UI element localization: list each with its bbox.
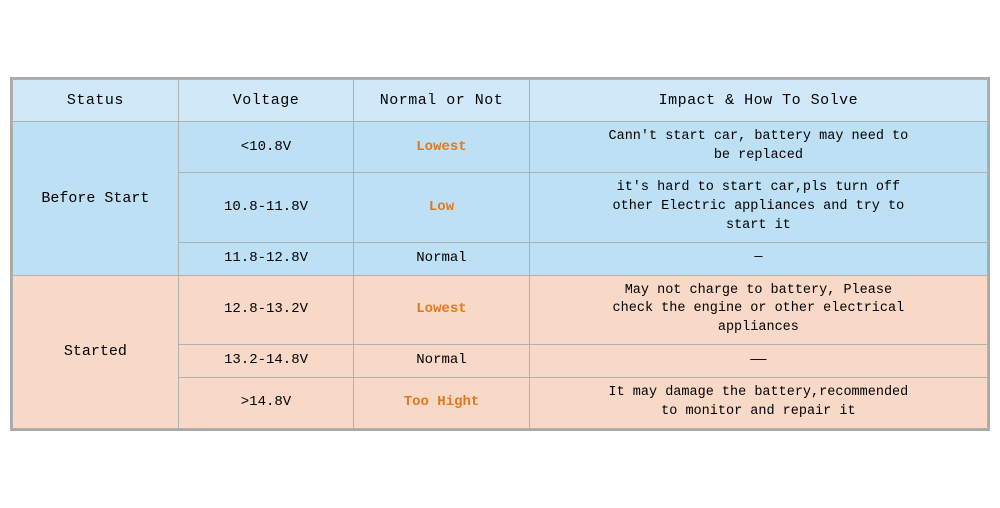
table-row: Before Start<10.8VLowestCann't start car… — [13, 122, 988, 173]
table-row: Started12.8-13.2VLowestMay not charge to… — [13, 275, 988, 345]
main-table-wrapper: Status Voltage Normal or Not Impact & Ho… — [10, 77, 990, 430]
header-impact: Impact & How To Solve — [529, 80, 987, 122]
status-label: Lowest — [416, 139, 466, 155]
normal-or-not-cell: Too Hight — [354, 377, 530, 428]
impact-cell: —— — [529, 345, 987, 378]
normal-or-not-cell: Lowest — [354, 275, 530, 345]
normal-or-not-cell: Normal — [354, 345, 530, 378]
status-cell: Before Start — [13, 122, 179, 275]
impact-cell: May not charge to battery, Pleasecheck t… — [529, 275, 987, 345]
status-label: Lowest — [416, 301, 466, 317]
voltage-table: Status Voltage Normal or Not Impact & Ho… — [12, 79, 988, 428]
status-label: Too Hight — [404, 394, 480, 410]
voltage-cell: 11.8-12.8V — [178, 242, 354, 275]
voltage-cell: 12.8-13.2V — [178, 275, 354, 345]
impact-cell: it's hard to start car,pls turn offother… — [529, 173, 987, 243]
impact-cell: Cann't start car, battery may need tobe … — [529, 122, 987, 173]
voltage-cell: 13.2-14.8V — [178, 345, 354, 378]
voltage-cell: <10.8V — [178, 122, 354, 173]
header-normal-or-not: Normal or Not — [354, 80, 530, 122]
header-row: Status Voltage Normal or Not Impact & Ho… — [13, 80, 988, 122]
voltage-cell: >14.8V — [178, 377, 354, 428]
status-label: Low — [429, 199, 454, 215]
impact-cell: It may damage the battery,recommendedto … — [529, 377, 987, 428]
voltage-cell: 10.8-11.8V — [178, 173, 354, 243]
normal-or-not-cell: Lowest — [354, 122, 530, 173]
normal-or-not-cell: Normal — [354, 242, 530, 275]
normal-or-not-cell: Low — [354, 173, 530, 243]
header-voltage: Voltage — [178, 80, 354, 122]
impact-cell: — — [529, 242, 987, 275]
status-cell: Started — [13, 275, 179, 428]
header-status: Status — [13, 80, 179, 122]
